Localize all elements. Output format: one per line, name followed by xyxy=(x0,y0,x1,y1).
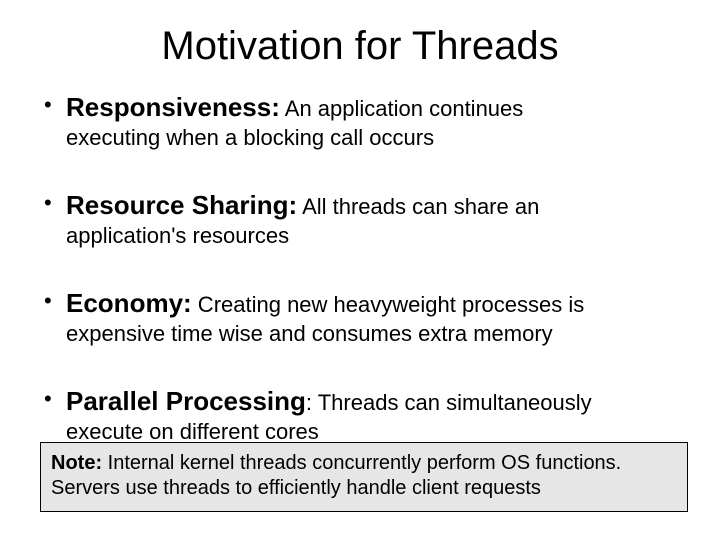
slide-title: Motivation for Threads xyxy=(30,24,690,69)
bullet-desc-rest: expensive time wise and consumes extra m… xyxy=(66,321,553,346)
bullet-desc-lead: Creating new heavyweight processes is xyxy=(192,292,585,317)
bullet-desc-rest: application's resources xyxy=(66,223,289,248)
bullet-desc-lead: All threads can share an xyxy=(297,194,539,219)
note-box: Note: Internal kernel threads concurrent… xyxy=(40,442,688,512)
bullet-term: Parallel Processing xyxy=(66,386,306,416)
slide: Motivation for Threads Responsiveness: A… xyxy=(0,0,720,540)
bullet-desc-lead: : Threads can simultaneously xyxy=(306,390,592,415)
bullet-item: Economy: Creating new heavyweight proces… xyxy=(38,287,682,347)
bullet-desc-rest: executing when a blocking call occurs xyxy=(66,125,434,150)
bullet-term: Economy: xyxy=(66,288,192,318)
bullet-desc-lead: An application continues xyxy=(280,96,523,121)
note-line1: Internal kernel threads concurrently per… xyxy=(102,452,621,474)
bullet-term: Responsiveness: xyxy=(66,92,280,122)
bullet-desc-rest: execute on different cores xyxy=(66,419,319,444)
note-label: Note: xyxy=(51,452,102,474)
bullet-item: Resource Sharing: All threads can share … xyxy=(38,189,682,249)
bullet-item: Parallel Processing: Threads can simulta… xyxy=(38,385,682,445)
bullet-item: Responsiveness: An application continues… xyxy=(38,91,682,151)
bullet-term: Resource Sharing: xyxy=(66,190,297,220)
bullet-list: Responsiveness: An application continues… xyxy=(30,91,690,445)
note-line2: Servers use threads to efficiently handl… xyxy=(51,477,541,499)
